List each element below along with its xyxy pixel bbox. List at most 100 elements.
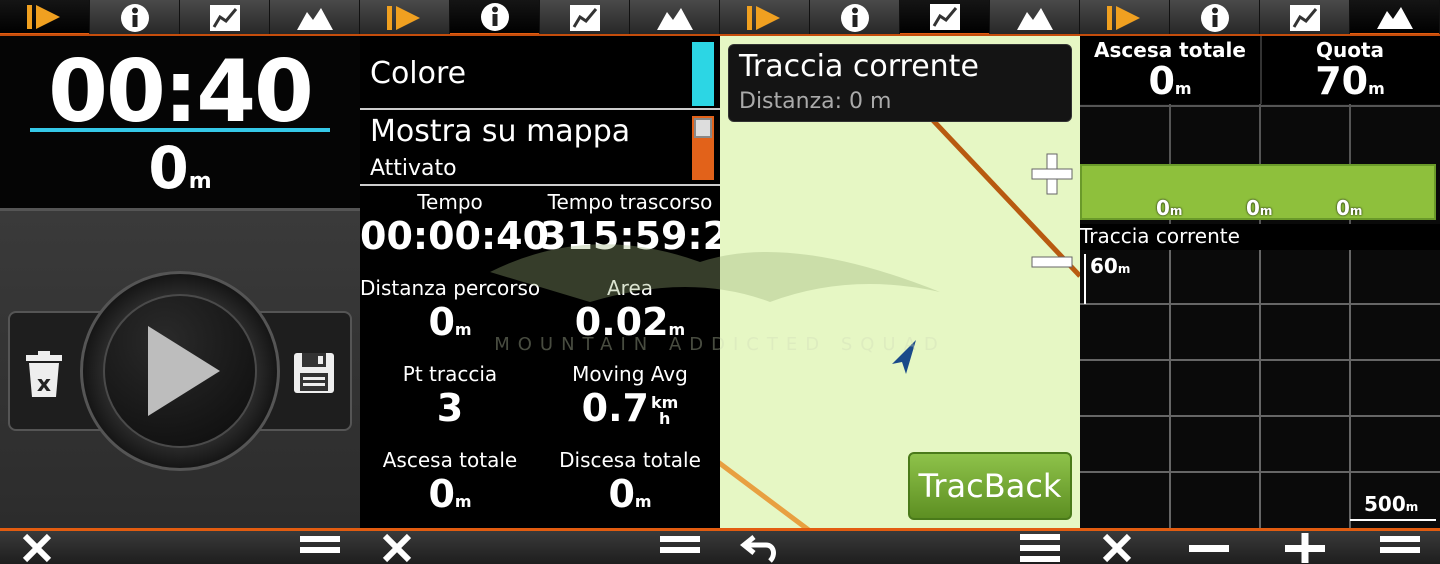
map-panel: Traccia corrente Distanza: 0 m TracBack … [720, 0, 1080, 564]
tab-elevation[interactable] [270, 0, 360, 36]
floppy-icon [294, 353, 334, 393]
menu-icon[interactable] [660, 533, 700, 563]
speed-unit-bottom: h [658, 408, 671, 428]
stat-unit: m [454, 320, 472, 339]
speed-unit: km h [651, 394, 678, 428]
bottom-bar [360, 528, 720, 564]
stat-label: Pt traccia [402, 362, 498, 386]
track-edit-icon [929, 3, 960, 30]
back-icon[interactable] [740, 533, 780, 563]
tab-track[interactable] [720, 0, 810, 36]
menu-icon[interactable] [1379, 533, 1420, 563]
mini-value-unit: m [1259, 204, 1273, 218]
track-timer-panel: 00:40 0m x [0, 0, 360, 564]
stat-label: Ascesa totale [382, 448, 518, 472]
play-button[interactable] [103, 294, 257, 448]
stat-unit: m [454, 492, 472, 511]
tab-info[interactable] [90, 0, 180, 36]
stat-value: 315:59:2 [540, 214, 720, 258]
mini-value-2: 0m [1246, 196, 1272, 220]
x-scale-unit: m [1405, 500, 1419, 514]
tab-track-edit[interactable] [180, 0, 270, 36]
tab-track[interactable] [0, 0, 90, 36]
elapsed-timer: 00:40 [48, 42, 314, 142]
tab-info[interactable] [810, 0, 900, 36]
profile-grid [1080, 250, 1440, 528]
stat-number: 0 [428, 300, 455, 344]
close-icon[interactable] [20, 533, 54, 563]
y-scale-unit: m [1117, 262, 1131, 276]
stat-value: 0m [360, 300, 540, 344]
mini-value-3: 0m [1336, 196, 1362, 220]
tab-elevation[interactable] [630, 0, 720, 36]
zoom-out-button[interactable] [1030, 240, 1074, 288]
track-color-line [30, 128, 330, 132]
save-button[interactable] [292, 351, 336, 399]
stat-number: 0.7 [581, 386, 649, 430]
play-icon [148, 326, 220, 416]
plus-icon[interactable] [1284, 532, 1325, 563]
track-title: Traccia corrente [739, 49, 979, 84]
stat-label: Moving Avg [572, 362, 688, 386]
track-settings-panel: Colore Mostra su mappa Attivato Tempo 00… [360, 0, 720, 564]
track-info-box[interactable]: Traccia corrente Distanza: 0 m [728, 44, 1072, 122]
scrollbar-thumb[interactable] [694, 118, 712, 138]
total-ascent-field[interactable]: Ascesa totale 0m [1080, 36, 1260, 104]
mini-value-1: 0m [1156, 196, 1182, 220]
tab-track-edit[interactable] [540, 0, 630, 36]
color-setting[interactable]: Colore [360, 38, 720, 110]
show-on-map-label: Mostra su mappa [370, 114, 631, 149]
stat-time: Tempo 00:00:40 [360, 190, 549, 258]
close-icon[interactable] [380, 533, 414, 563]
mini-value-unit: m [1169, 204, 1183, 218]
stat-moving-avg: Moving Avg 0.7 km h [540, 362, 720, 430]
tab-track[interactable] [360, 0, 450, 36]
show-on-map-setting[interactable]: Mostra su mappa Attivato [360, 112, 720, 186]
tab-bar [0, 0, 360, 36]
elevation-profile-chart[interactable] [1080, 250, 1440, 528]
show-on-map-value: Attivato [370, 156, 457, 181]
scrollbar[interactable] [692, 116, 714, 180]
tab-bar [1080, 0, 1440, 36]
altitude-readout: 70m [1260, 62, 1440, 108]
menu-icon[interactable] [300, 533, 340, 563]
stat-value: 00:00:40 [360, 214, 549, 258]
zoom-in-button[interactable] [1030, 152, 1074, 200]
tab-info[interactable] [450, 0, 540, 36]
tab-elevation[interactable] [1350, 0, 1440, 36]
total-ascent-readout: 0m [1080, 62, 1260, 108]
tab-elevation[interactable] [990, 0, 1080, 36]
y-scale-value: 60 [1090, 254, 1118, 278]
tab-track[interactable] [1080, 0, 1170, 36]
y-scale-label: 60m [1090, 254, 1130, 278]
tracback-button[interactable]: TracBack [908, 452, 1072, 520]
minus-icon[interactable] [1189, 533, 1230, 563]
recording-controls: x [0, 208, 360, 528]
info-icon [480, 2, 509, 31]
bottom-bar [0, 528, 360, 564]
altitude-value: 70 [1315, 59, 1369, 103]
mini-value-number: 0 [1156, 196, 1170, 220]
stat-number: 3 [436, 386, 464, 430]
info-icon [840, 4, 869, 32]
tab-track-edit[interactable] [1260, 0, 1350, 36]
tab-info[interactable] [1170, 0, 1260, 36]
tab-track-edit[interactable] [900, 0, 990, 36]
altitude-field[interactable]: Quota 70m [1260, 36, 1440, 104]
x-scale-value: 500 [1364, 492, 1406, 516]
track-icon [26, 4, 60, 29]
info-icon [1200, 4, 1229, 32]
stat-value: 3 [360, 386, 540, 430]
close-icon[interactable] [1100, 533, 1134, 563]
stat-area: Area 0.02m [540, 276, 720, 344]
tab-bar [360, 0, 720, 36]
track-icon [1106, 6, 1140, 30]
track-edit-icon [209, 5, 240, 31]
delete-button[interactable]: x [22, 351, 66, 403]
position-marker [888, 340, 918, 378]
stat-total-ascent: Ascesa totale 0m [360, 448, 540, 516]
x-scale-label: 500m [1364, 492, 1418, 516]
elevation-icon [1016, 8, 1053, 30]
elevation-icon [296, 8, 333, 30]
menu-icon[interactable] [1020, 533, 1060, 563]
